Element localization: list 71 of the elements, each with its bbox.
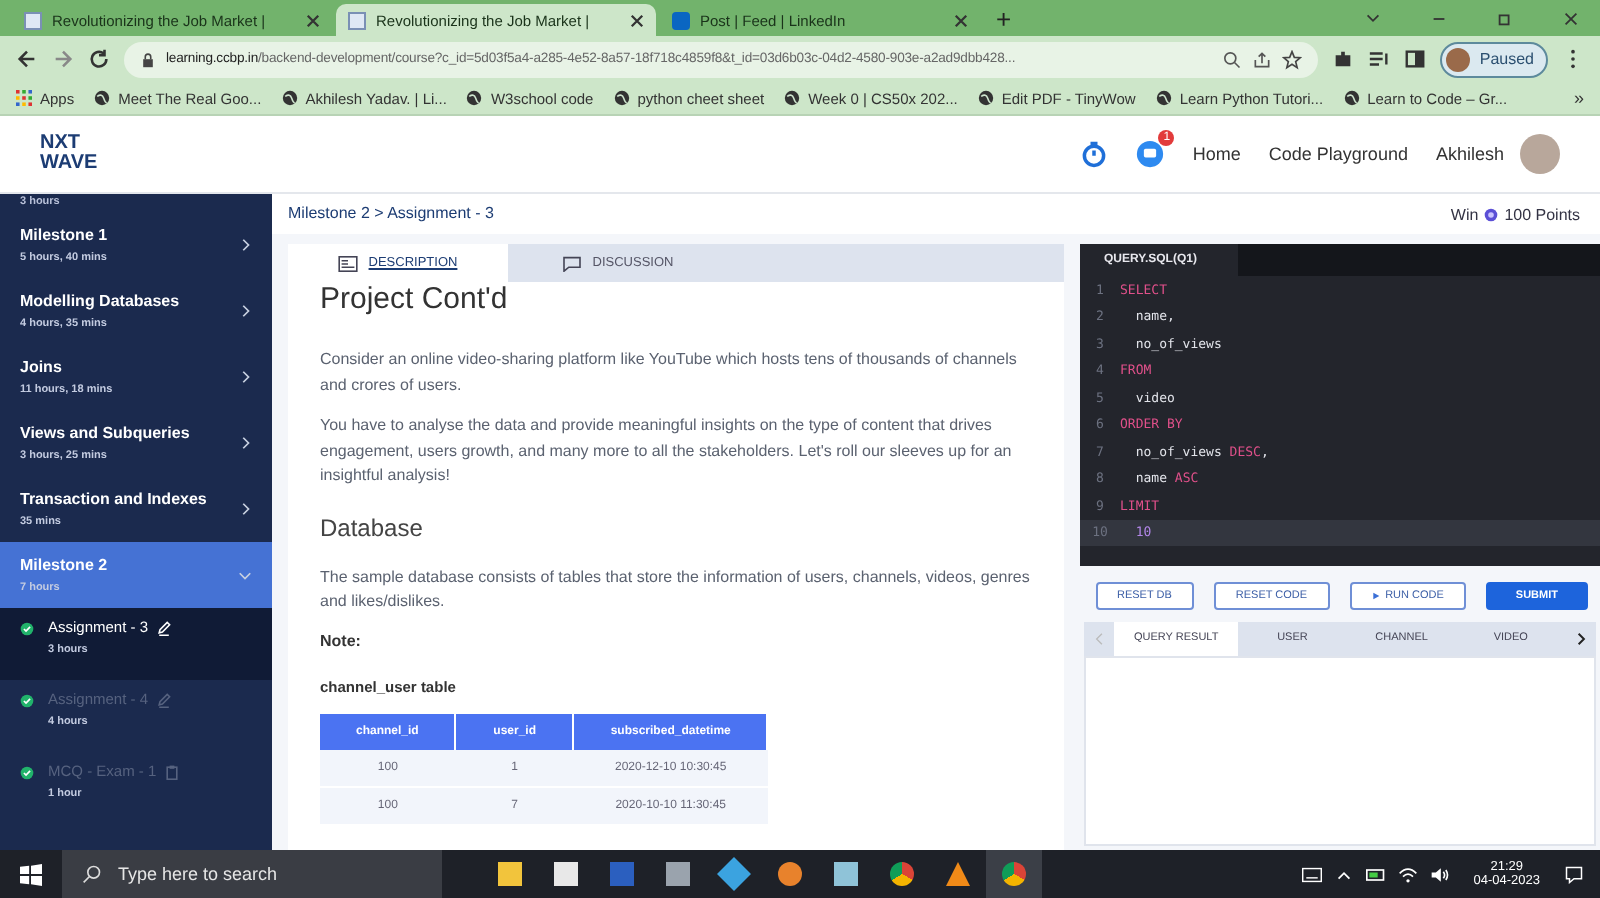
chevron-down-icon[interactable] [1364,10,1382,28]
nav-link[interactable]: Code Playground [1268,144,1408,164]
back-icon[interactable] [16,48,38,70]
close-icon[interactable] [1562,10,1580,28]
section-heading: Database [320,513,425,541]
globe-icon [1343,90,1360,106]
clipboard-icon [164,763,181,779]
search-icon [82,864,102,884]
avatar-icon [1445,47,1470,71]
windows-start-icon[interactable] [20,863,42,885]
globe-icon [784,90,801,106]
stopwatch-icon[interactable] [1080,140,1109,168]
paragraph: You have to analyse the data and provide meaningful insights on the type of content that drives engagement, users growth, and many more to all the stakeholders. Let's roll our sleeves up for an insightful analysis! [320,414,1014,488]
profile-button[interactable]: Paused [1439,41,1548,77]
playlist-icon[interactable] [1367,48,1390,70]
breadcrumb: Milestone 2 > Assignment - 3 [272,194,1080,234]
chevron-down-icon [238,568,252,582]
check-circle-icon [20,694,34,708]
notification-icon[interactable] [1564,865,1584,883]
globe-icon [613,90,630,106]
more-bookmarks-button[interactable]: » [1573,88,1584,108]
globe-icon [281,90,298,106]
points-value: 100 Points [1504,205,1580,223]
site-icon [24,11,42,29]
chat-icon[interactable] [1136,140,1165,168]
new-tab-button[interactable]: + [996,4,1012,36]
close-icon[interactable] [954,13,968,27]
globe-icon [94,90,111,106]
user-name[interactable]: Akhilesh [1435,144,1504,164]
battery-icon[interactable] [1365,865,1386,883]
check-circle-icon [20,766,34,780]
site-icon [348,11,366,29]
close-icon[interactable] [630,13,644,27]
side-panel-icon[interactable] [1403,48,1426,70]
check-circle-icon [20,622,34,636]
apps-grid-icon [16,90,32,106]
forward-icon[interactable] [52,48,74,70]
nav-link[interactable]: Home [1192,144,1241,164]
share-icon[interactable] [1251,49,1272,69]
paragraph: Consider an online video-sharing platform like YouTube which hosts tens of thousands of channels and crores of users. [320,348,1019,397]
win-label: Win [1450,205,1479,223]
linkedin-icon [672,11,690,29]
logo[interactable]: NXT WAVE [40,134,98,174]
restore-icon[interactable] [1496,10,1514,28]
close-icon[interactable] [306,13,320,27]
note-label: Note: [320,631,363,649]
chevron-right-icon [238,238,252,252]
pencil-icon [156,619,173,635]
globe-icon [1155,90,1172,106]
wifi-icon[interactable] [1397,865,1418,883]
chevron-right-icon[interactable] [1575,632,1586,646]
article-title: Project Cont'd [320,282,510,316]
lock-icon [140,51,156,67]
pencil-icon [156,691,173,707]
play-icon [1371,592,1380,600]
chevron-right-icon [238,304,252,318]
coin-icon [1484,207,1499,221]
chat-icon [562,255,583,271]
star-icon[interactable] [1281,49,1302,69]
reload-icon[interactable] [88,48,110,70]
globe-icon [977,90,994,106]
taskbar-search-field[interactable]: Type here to search [62,850,442,898]
paragraph: The sample database consists of tables that store the information of users, channels, videos, genres and likes/dislikes. [320,565,1032,614]
chevron-right-icon [238,502,252,516]
chevron-right-icon [238,436,252,450]
keyboard-icon[interactable] [1301,865,1322,883]
chevron-right-icon [238,370,252,384]
globe-icon [466,90,483,106]
speaker-icon[interactable] [1429,865,1450,883]
zoom-icon[interactable] [1221,49,1242,69]
document-icon [338,255,359,271]
